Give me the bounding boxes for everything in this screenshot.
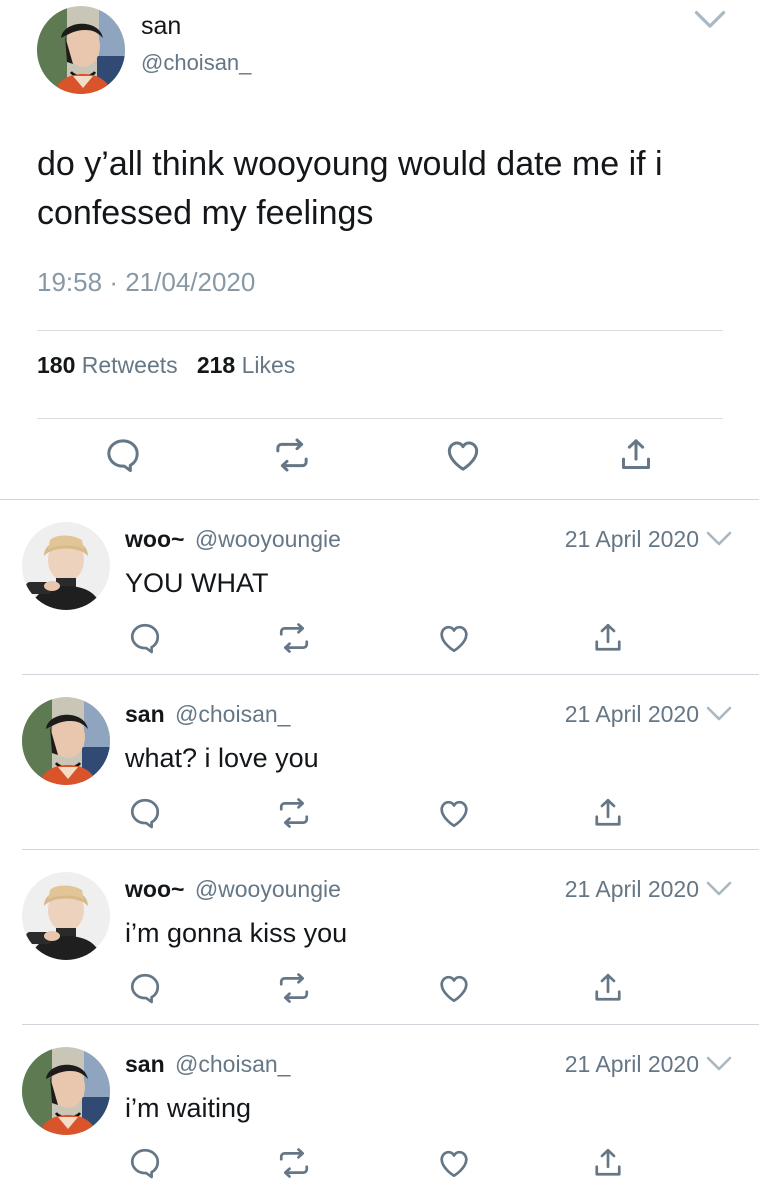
author-name: woo~ (125, 876, 185, 902)
like-icon[interactable] (436, 1145, 472, 1181)
reply-date: 21 April 2020 (564, 701, 699, 727)
author-handle: @wooyoungie (194, 526, 341, 552)
reply-text: what? i love you (125, 743, 319, 773)
meta-separator: · (109, 267, 118, 297)
avatar[interactable] (22, 872, 110, 960)
reply-author[interactable]: san @choisan_ (125, 1051, 290, 1078)
retweet-icon[interactable] (276, 795, 312, 831)
reply-tweet[interactable]: woo~ @wooyoungie 21 April 2020 YOU WHAT (0, 500, 759, 675)
divider (37, 330, 723, 331)
tweet-stats: 180 Retweets 218 Likes (37, 352, 295, 379)
tweet-text: do y’all think wooyoung would date me if… (37, 145, 663, 232)
divider (37, 418, 723, 419)
reply-icon[interactable] (127, 795, 163, 831)
chevron-down-icon[interactable] (706, 706, 732, 724)
share-icon[interactable] (590, 620, 626, 656)
reply-date: 21 April 2020 (564, 1051, 699, 1077)
avatar[interactable] (37, 6, 125, 94)
retweet-icon[interactable] (276, 970, 312, 1006)
like-icon[interactable] (436, 970, 472, 1006)
retweet-icon[interactable] (272, 435, 312, 475)
avatar[interactable] (22, 697, 110, 785)
reply-icon[interactable] (127, 1145, 163, 1181)
share-icon[interactable] (616, 435, 656, 475)
reply-tweet[interactable]: san @choisan_ 21 April 2020 what? i love… (0, 675, 759, 850)
wooyoung-avatar-image (22, 872, 110, 960)
reply-tweet[interactable]: woo~ @wooyoungie 21 April 2020 i’m gonna… (0, 850, 759, 1025)
reply-text: YOU WHAT (125, 568, 269, 598)
tweet-actions (0, 435, 759, 485)
retweet-icon[interactable] (276, 1145, 312, 1181)
author-name: woo~ (125, 526, 185, 552)
share-icon[interactable] (590, 1145, 626, 1181)
chevron-down-icon[interactable] (706, 1056, 732, 1074)
san-avatar-image (22, 697, 110, 785)
wooyoung-avatar-image (22, 522, 110, 610)
reply-icon[interactable] (127, 620, 163, 656)
author-name: san (125, 1051, 165, 1077)
retweets-count: 180 (37, 352, 76, 378)
avatar[interactable] (22, 1047, 110, 1135)
reply-icon[interactable] (127, 970, 163, 1006)
reply-tweet[interactable]: san @choisan_ 21 April 2020 i’m waiting (0, 1025, 759, 1200)
reply-author[interactable]: woo~ @wooyoungie (125, 526, 341, 553)
chevron-down-icon[interactable] (706, 881, 732, 899)
like-icon[interactable] (436, 620, 472, 656)
reply-author[interactable]: woo~ @wooyoungie (125, 876, 341, 903)
reply-date: 21 April 2020 (564, 876, 699, 902)
san-avatar-image (22, 1047, 110, 1135)
tweet-time: 19:58 (37, 267, 103, 297)
retweet-icon[interactable] (276, 620, 312, 656)
tweet-timestamp: 19:58 · 21/04/2020 (37, 267, 255, 298)
author-name[interactable]: san (141, 12, 181, 41)
likes-label: Likes (241, 352, 296, 378)
avatar[interactable] (22, 522, 110, 610)
share-icon[interactable] (590, 970, 626, 1006)
chevron-down-icon[interactable] (706, 531, 732, 549)
main-tweet: san @choisan_ do y’all think wooyoung wo… (0, 0, 759, 499)
reply-icon[interactable] (103, 435, 143, 475)
tweet-date: 21/04/2020 (125, 267, 256, 297)
reply-date: 21 April 2020 (564, 526, 699, 552)
retweets-stat[interactable]: 180 Retweets (37, 352, 184, 378)
author-handle[interactable]: @choisan_ (141, 50, 251, 76)
author-handle: @wooyoungie (194, 876, 341, 902)
reply-text: i’m waiting (125, 1093, 252, 1123)
likes-count: 218 (196, 352, 236, 378)
chevron-down-icon[interactable] (694, 10, 726, 32)
reply-text: i’m gonna kiss you (125, 918, 348, 948)
author-name: san (125, 701, 165, 727)
author-handle: @choisan_ (175, 1051, 291, 1077)
share-icon[interactable] (590, 795, 626, 831)
author-handle: @choisan_ (175, 701, 291, 727)
reply-author[interactable]: san @choisan_ (125, 701, 290, 728)
likes-stat[interactable]: 218 Likes (197, 352, 295, 378)
like-icon[interactable] (443, 435, 483, 475)
like-icon[interactable] (436, 795, 472, 831)
san-avatar-image (37, 6, 125, 94)
retweets-label: Retweets (81, 352, 178, 378)
